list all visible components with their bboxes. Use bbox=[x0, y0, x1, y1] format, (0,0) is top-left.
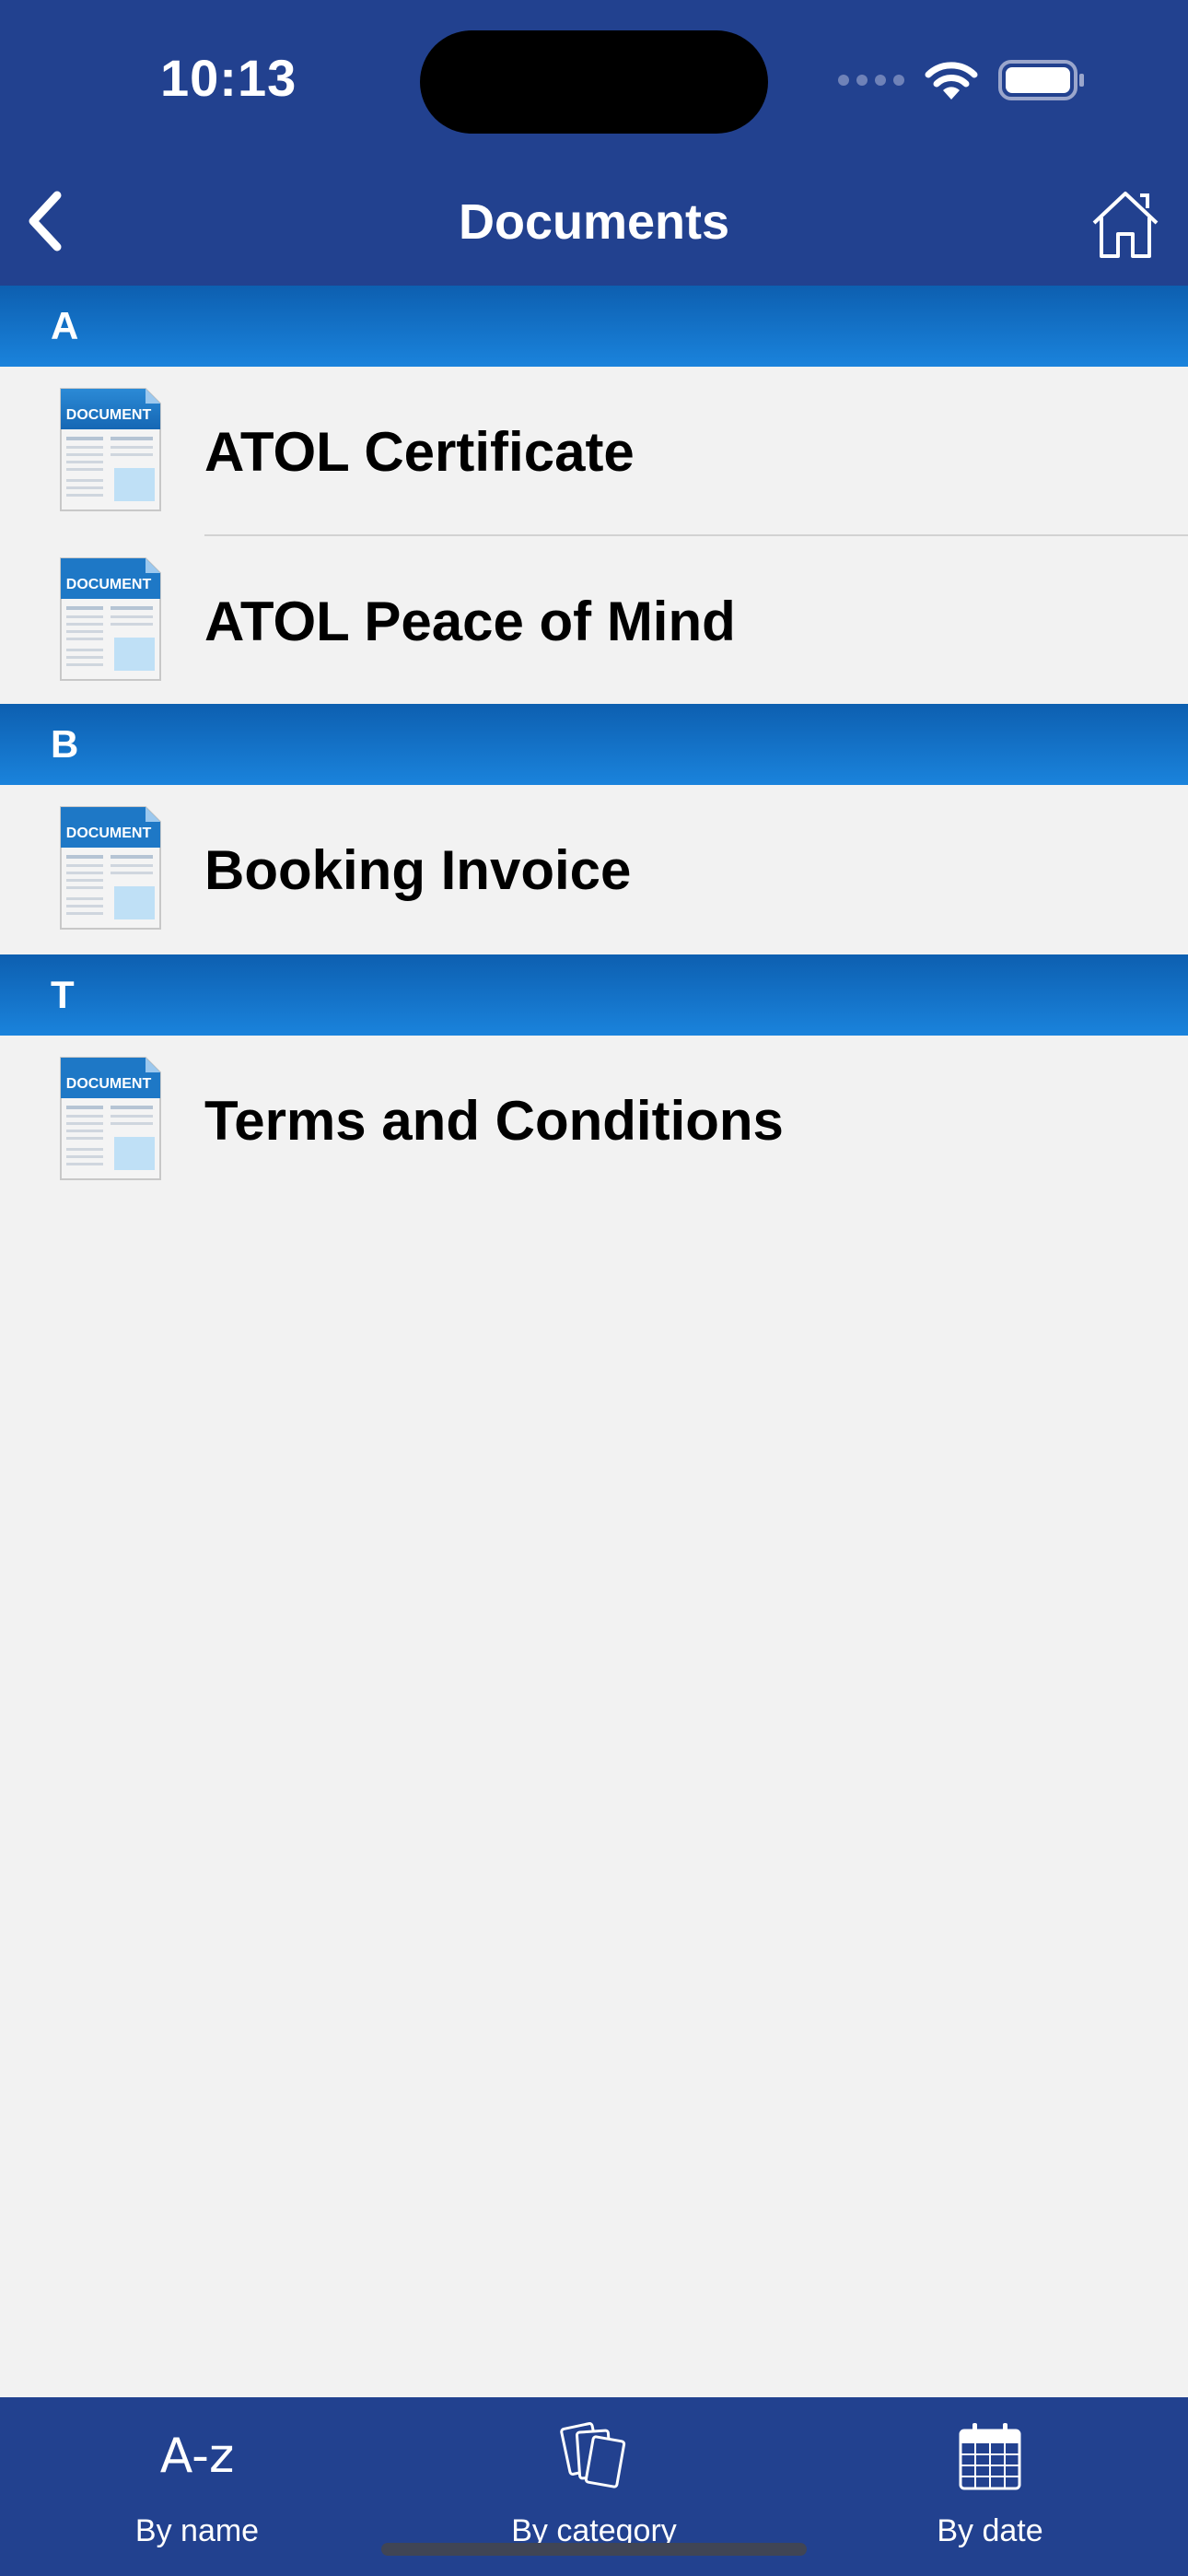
document-row-booking-invoice[interactable]: DOCUMENT Booking Invoice bbox=[0, 785, 1188, 954]
home-indicator[interactable] bbox=[381, 2543, 807, 2556]
az-sort-icon: A-z bbox=[159, 2429, 235, 2484]
screen: 10:13 Documents A DOCUMENT ATOL Certific… bbox=[0, 0, 1188, 2576]
calendar-icon bbox=[852, 2416, 1128, 2497]
document-title: Booking Invoice bbox=[204, 838, 632, 901]
document-title: Terms and Conditions bbox=[204, 1089, 784, 1152]
document-title: ATOL Certificate bbox=[204, 420, 635, 483]
document-icon: DOCUMENT bbox=[60, 388, 161, 511]
status-time: 10:13 bbox=[160, 49, 297, 107]
document-icon: DOCUMENT bbox=[60, 557, 161, 681]
document-icon: DOCUMENT bbox=[60, 806, 161, 930]
document-row-terms-and-conditions[interactable]: DOCUMENT Terms and Conditions bbox=[0, 1036, 1188, 1205]
svg-text:DOCUMENT: DOCUMENT bbox=[66, 1076, 152, 1092]
tab-by-name[interactable]: A-z By name bbox=[59, 2397, 335, 2576]
cellular-signal-icon bbox=[838, 75, 904, 86]
svg-text:DOCUMENT: DOCUMENT bbox=[66, 825, 152, 841]
dynamic-island bbox=[420, 30, 768, 134]
section-header-t: T bbox=[0, 954, 1188, 1036]
home-icon[interactable] bbox=[1089, 188, 1162, 262]
tab-label: By date bbox=[937, 2513, 1043, 2548]
svg-text:DOCUMENT: DOCUMENT bbox=[66, 407, 152, 423]
document-icon: DOCUMENT bbox=[60, 1057, 161, 1180]
document-row-atol-certificate[interactable]: DOCUMENT ATOL Certificate bbox=[0, 367, 1188, 536]
section-header-b: B bbox=[0, 704, 1188, 785]
status-icons bbox=[838, 59, 1087, 101]
page-title: Documents bbox=[458, 194, 730, 250]
tab-label: By name bbox=[134, 2513, 260, 2548]
battery-icon bbox=[998, 60, 1084, 100]
wifi-icon bbox=[925, 62, 978, 100]
svg-text:DOCUMENT: DOCUMENT bbox=[66, 577, 152, 592]
document-title: ATOL Peace of Mind bbox=[204, 590, 736, 652]
tab-by-date[interactable]: By date bbox=[852, 2397, 1128, 2576]
document-row-atol-peace-of-mind[interactable]: DOCUMENT ATOL Peace of Mind bbox=[0, 536, 1188, 706]
category-cards-icon bbox=[456, 2416, 732, 2497]
navigation-header: 10:13 Documents bbox=[0, 0, 1188, 286]
section-header-a: A bbox=[0, 286, 1188, 367]
